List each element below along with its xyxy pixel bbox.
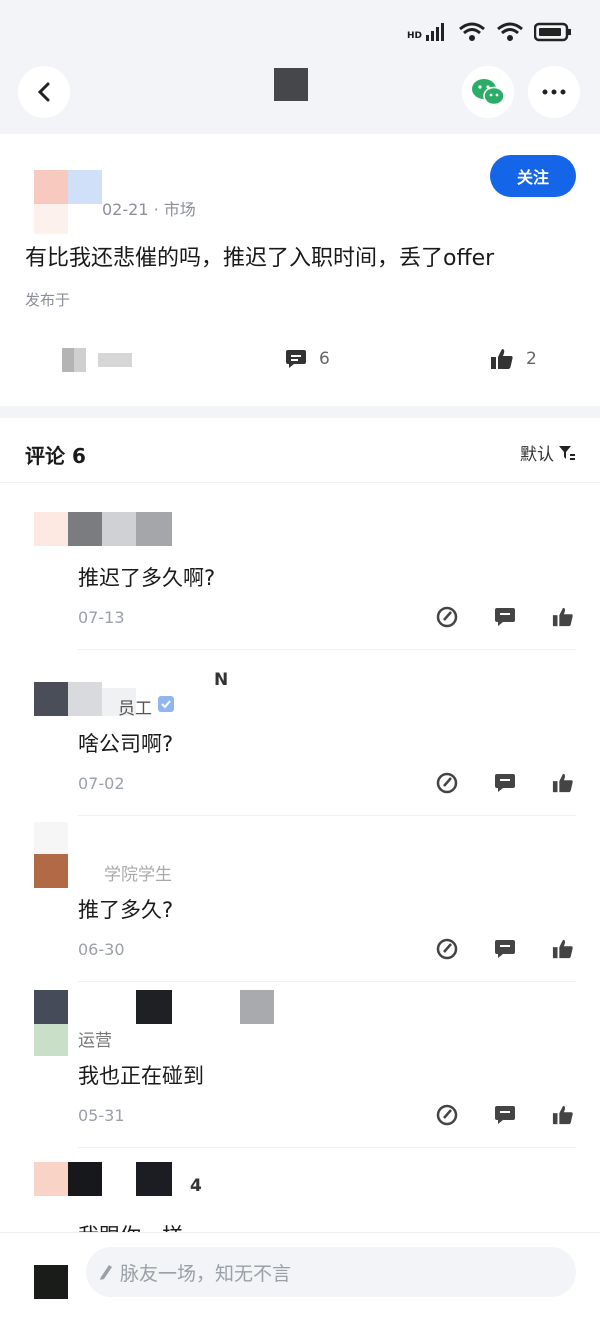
- section-divider: [0, 406, 600, 418]
- sort-selector[interactable]: 默认: [520, 440, 576, 465]
- like-count: 2: [526, 349, 537, 369]
- comment-date: 07-13: [78, 608, 125, 627]
- commenter-name-tail: 4: [190, 1176, 202, 1196]
- comment-text: 推迟了多久啊?: [78, 566, 216, 590]
- comment-icon[interactable]: [494, 772, 516, 794]
- thumbs-up-icon: [491, 349, 513, 369]
- hd-label: HD: [406, 31, 422, 41]
- comment-item: 学院学生 推了多久? 06-30: [0, 816, 600, 982]
- comment-text: 我也正在碰到: [78, 1064, 204, 1088]
- reply-icon[interactable]: [436, 606, 458, 628]
- comments-title: 评论 6: [25, 444, 86, 468]
- commenter-name-tail: N: [214, 670, 229, 690]
- reply-icon[interactable]: [436, 772, 458, 794]
- thumbs-up-icon[interactable]: [552, 1104, 574, 1126]
- like-action[interactable]: 2: [490, 348, 537, 370]
- comment-icon: [286, 350, 306, 368]
- comment-text: 我跟你一样: [78, 1220, 183, 1232]
- thumbs-up-icon[interactable]: [552, 772, 574, 794]
- comment-item: 推迟了多久啊? 07-13: [0, 484, 600, 650]
- comment-date: 05-31: [78, 1106, 125, 1125]
- wifi-6-icon: [497, 22, 523, 41]
- signal-icon: HD: [407, 23, 448, 41]
- more-button[interactable]: [528, 66, 580, 118]
- comment-icon[interactable]: [494, 938, 516, 960]
- reply-icon[interactable]: [436, 938, 458, 960]
- comment-count: 6: [319, 349, 330, 369]
- wechat-share-button[interactable]: [462, 66, 514, 118]
- chevron-left-icon: [37, 82, 50, 102]
- thumbs-up-icon[interactable]: [552, 938, 574, 960]
- thumbs-up-icon[interactable]: [552, 606, 574, 628]
- sort-label: 默认: [520, 445, 554, 465]
- comment-action[interactable]: 6: [285, 348, 330, 370]
- bottom-bar: 脉友一场，知无不言: [0, 1232, 600, 1317]
- comments-header: 评论 6 默认: [0, 418, 600, 483]
- commenter-title: 学院学生: [104, 865, 172, 885]
- comment-icon[interactable]: [494, 1104, 516, 1126]
- verified-icon: [158, 696, 174, 712]
- comment-item: 运营 我也正在碰到 05-31: [0, 982, 600, 1148]
- page-title-redacted: [274, 68, 308, 101]
- wechat-icon: [472, 79, 505, 106]
- status-bar: HD: [0, 0, 600, 62]
- comment-input[interactable]: 脉友一场，知无不言: [86, 1247, 576, 1297]
- post-text: 有比我还悲催的吗，推迟了入职时间，丢了offer: [25, 246, 495, 271]
- battery-icon: [534, 22, 571, 42]
- share-action[interactable]: [62, 348, 132, 372]
- comment-date: 06-30: [78, 940, 125, 959]
- comment-input-placeholder: 脉友一场，知无不言: [120, 1262, 292, 1285]
- published-label: 发布于: [25, 291, 71, 309]
- wifi-icon: [459, 22, 485, 41]
- share-label-redacted: [98, 353, 132, 367]
- commenter-title: 员工: [118, 699, 152, 719]
- comment-text: 推了多久?: [78, 898, 174, 922]
- post-date-channel: 02-21 · 市场: [102, 200, 196, 219]
- comment-item: 4 我跟你一样: [0, 1148, 600, 1232]
- pencil-icon: [100, 1265, 112, 1280]
- back-button[interactable]: [18, 66, 70, 118]
- comment-text: 啥公司啊?: [78, 732, 174, 756]
- reply-icon[interactable]: [436, 1104, 458, 1126]
- filter-icon: [559, 445, 575, 460]
- comment-item: N 员工 啥公司啊? 07-02: [0, 650, 600, 816]
- comment-icon[interactable]: [494, 606, 516, 628]
- more-icon: [542, 89, 566, 95]
- follow-button[interactable]: 关注: [490, 155, 576, 197]
- comment-date: 07-02: [78, 774, 125, 793]
- commenter-title: 运营: [78, 1031, 112, 1051]
